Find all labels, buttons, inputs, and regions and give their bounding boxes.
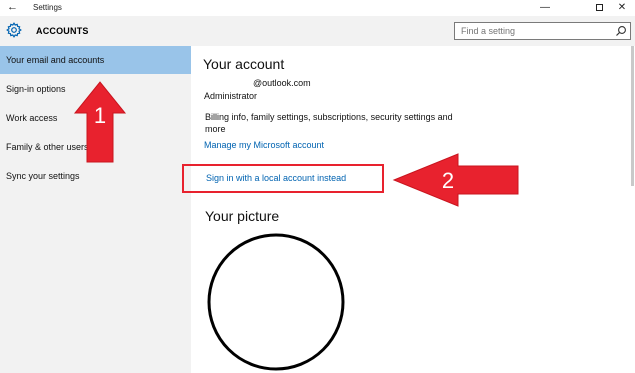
sign-in-local-account-link[interactable]: Sign in with a local account instead <box>206 173 346 183</box>
your-picture-heading: Your picture <box>205 208 280 224</box>
search-box[interactable] <box>454 22 631 40</box>
search-icon[interactable] <box>615 25 627 37</box>
your-account-heading: Your account <box>203 56 285 72</box>
close-icon[interactable]: ✕ <box>609 1 635 14</box>
billing-info-text: Billing info, family settings, subscript… <box>205 112 453 134</box>
page-header: ACCOUNTS <box>0 16 635 46</box>
sidebar-item-work-access[interactable]: Work access <box>0 104 191 132</box>
sidebar-item-sync-settings[interactable]: Sync your settings <box>0 162 191 190</box>
scrollbar[interactable] <box>631 46 634 186</box>
sidebar: Your email and accounts Sign-in options … <box>0 46 191 373</box>
gear-icon <box>6 22 22 38</box>
account-role: Administrator <box>204 91 258 101</box>
app-title: Settings <box>33 3 62 12</box>
account-email: @outlook.com <box>253 78 311 88</box>
sidebar-item-email-accounts[interactable]: Your email and accounts <box>0 46 191 74</box>
manage-account-link[interactable]: Manage my Microsoft account <box>204 140 324 150</box>
minimize-icon[interactable]: — <box>532 1 558 14</box>
page-title: ACCOUNTS <box>36 26 89 36</box>
search-input[interactable] <box>461 26 611 36</box>
main-content: Your account @outlook.com Administrator … <box>182 46 635 373</box>
sidebar-item-family-users[interactable]: Family & other users <box>0 133 191 161</box>
sidebar-item-sign-in-options[interactable]: Sign-in options <box>0 75 191 103</box>
back-arrow-icon[interactable]: ← <box>7 1 18 13</box>
title-bar: ← Settings — ✕ <box>0 0 635 16</box>
